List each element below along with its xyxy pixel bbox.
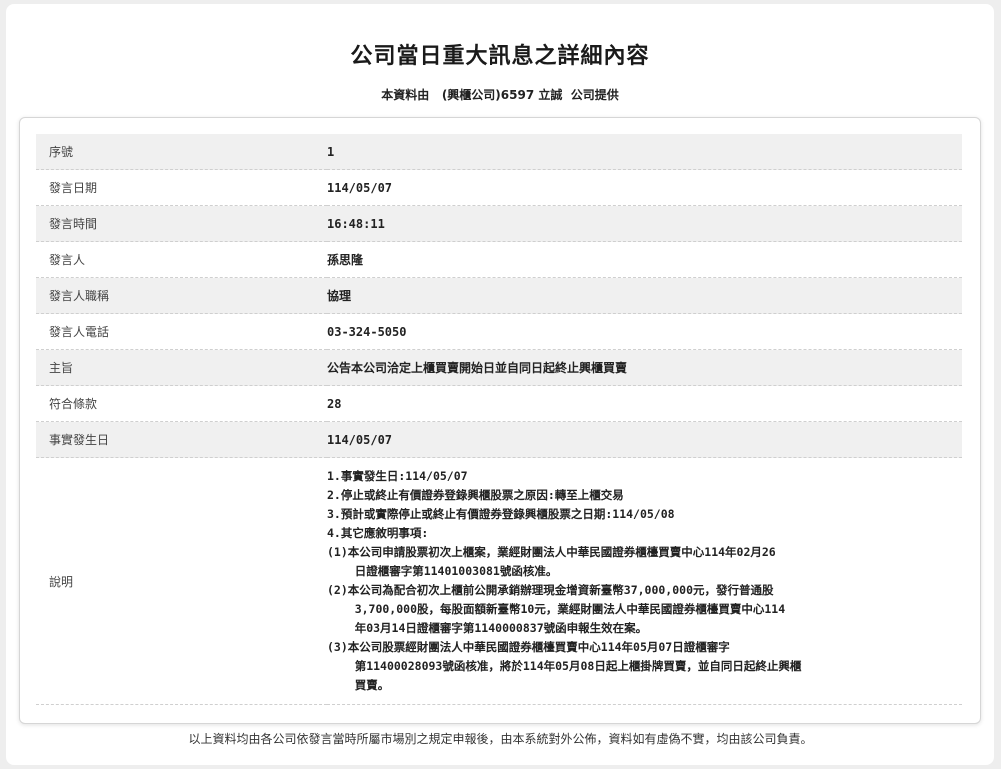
description-line: 3.預計或實際停止或終止有價證券登錄興櫃股票之日期:114/05/08 — [327, 507, 675, 521]
row-label-subject: 主旨 — [36, 349, 327, 386]
table-row: 發言人職稱 協理 — [36, 277, 962, 314]
row-value-spokesperson: 孫思隆 — [327, 241, 962, 278]
row-label-description: 說明 — [36, 457, 327, 705]
table-row: 發言人電話 03-324-5050 — [36, 313, 962, 350]
table-row: 發言人 孫思隆 — [36, 241, 962, 278]
row-label-date: 發言日期 — [36, 169, 327, 206]
row-label-title: 發言人職稱 — [36, 277, 327, 314]
row-label-serial: 序號 — [36, 134, 327, 170]
table-row: 序號 1 — [36, 134, 962, 170]
table-row: 事實發生日 114/05/07 — [36, 421, 962, 458]
description-line: 3,700,000股，每股面額新臺幣10元，業經財團法人中華民國證券櫃檯買賣中心… — [327, 602, 786, 616]
row-value-subject: 公告本公司洽定上櫃買賣開始日並自同日起終止興櫃買賣 — [327, 349, 962, 386]
row-label-phone: 發言人電話 — [36, 313, 327, 350]
page-container: 公司當日重大訊息之詳細內容 本資料由 (興櫃公司)6597 立誠 公司提供 序號… — [6, 4, 994, 765]
description-line: 日證櫃審字第11401003081號函核准。 — [327, 564, 558, 578]
detail-table: 序號 1 發言日期 114/05/07 發言時間 16:48:11 發言人 孫思… — [36, 134, 962, 705]
row-label-fact-date: 事實發生日 — [36, 421, 327, 458]
row-value-fact-date: 114/05/07 — [327, 421, 962, 458]
subtitle-company: (興櫃公司)6597 立誠 — [441, 88, 563, 102]
description-line: 年03月14日證櫃審字第1140000837號函申報生效在案。 — [327, 621, 648, 635]
subtitle-suffix: 公司提供 — [570, 88, 619, 102]
row-value-description: 1.事實發生日:114/05/07 2.停止或終止有價證券登錄興櫃股票之原因:轉… — [327, 457, 962, 705]
table-row: 發言日期 114/05/07 — [36, 169, 962, 206]
description-line: 2.停止或終止有價證券登錄興櫃股票之原因:轉至上櫃交易 — [327, 488, 624, 502]
row-value-date: 114/05/07 — [327, 169, 962, 206]
row-label-time: 發言時間 — [36, 205, 327, 242]
row-value-phone: 03-324-5050 — [327, 313, 962, 350]
table-row: 發言時間 16:48:11 — [36, 205, 962, 242]
description-line: 4.其它應敘明事項: — [327, 526, 429, 540]
description-line: 1.事實發生日:114/05/07 — [327, 469, 468, 483]
table-row: 符合條款 28 — [36, 385, 962, 422]
row-label-spokesperson: 發言人 — [36, 241, 327, 278]
description-line: (2)本公司為配合初次上櫃前公開承銷辦理現金增資新臺幣37,000,000元，發… — [327, 583, 774, 597]
detail-card: 序號 1 發言日期 114/05/07 發言時間 16:48:11 發言人 孫思… — [19, 117, 981, 724]
row-value-title: 協理 — [327, 277, 962, 314]
page-title: 公司當日重大訊息之詳細內容 — [350, 44, 650, 69]
row-value-serial: 1 — [327, 134, 962, 170]
description-line: (3)本公司股票經財團法人中華民國證券櫃檯買賣中心114年05月07日證櫃審字 — [327, 640, 730, 654]
row-value-time: 16:48:11 — [327, 205, 962, 242]
description-line: 第11400028093號函核准，將於114年05月08日起上櫃掛牌買賣，並自同… — [327, 659, 802, 673]
description-block: 1.事實發生日:114/05/07 2.停止或終止有價證券登錄興櫃股票之原因:轉… — [327, 459, 962, 703]
table-row-description: 說明 1.事實發生日:114/05/07 2.停止或終止有價證券登錄興櫃股票之原… — [36, 457, 962, 705]
description-line: 買賣。 — [327, 678, 390, 692]
row-label-clause: 符合條款 — [36, 385, 327, 422]
page-subtitle: 本資料由 (興櫃公司)6597 立誠 公司提供 — [6, 86, 994, 103]
description-line: (1)本公司申請股票初次上櫃案，業經財團法人中華民國證券櫃檯買賣中心114年02… — [327, 545, 776, 559]
row-value-clause: 28 — [327, 385, 962, 422]
footer-disclaimer: 以上資料均由各公司依發言當時所屬市場別之規定申報後，由本系統對外公佈，資料如有虛… — [188, 732, 813, 746]
table-row: 主旨 公告本公司洽定上櫃買賣開始日並自同日起終止興櫃買賣 — [36, 349, 962, 386]
subtitle-prefix: 本資料由 — [381, 88, 430, 102]
